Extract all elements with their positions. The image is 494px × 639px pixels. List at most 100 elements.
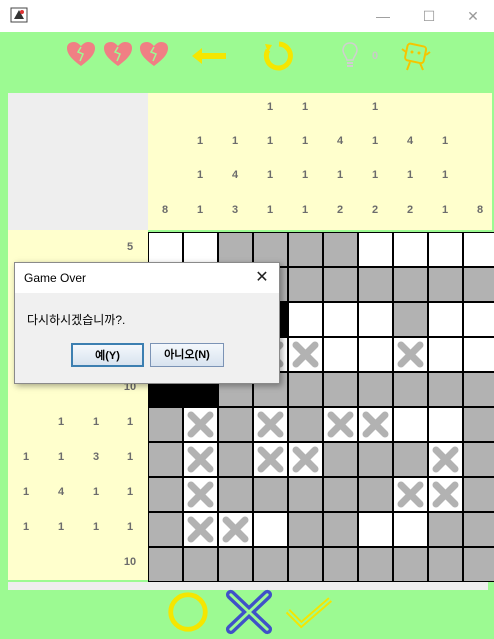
close-window-button[interactable]: ✕ — [450, 0, 494, 32]
row-hint: 4 — [57, 486, 65, 498]
filled-cell[interactable] — [289, 268, 322, 301]
filled-cell[interactable] — [289, 408, 322, 441]
filled-cell[interactable] — [324, 373, 357, 406]
circle-icon[interactable] — [163, 588, 213, 636]
crossed-cell[interactable] — [184, 408, 217, 441]
empty-cell[interactable] — [324, 303, 357, 336]
empty-cell[interactable] — [429, 303, 462, 336]
empty-cell[interactable] — [289, 303, 322, 336]
lightbulb-icon[interactable] — [340, 41, 360, 71]
filled-cell[interactable] — [464, 408, 494, 441]
filled-cell[interactable] — [149, 513, 182, 546]
dialog-message: 다시하시겠습니까?. — [27, 313, 126, 327]
filled-cell[interactable] — [359, 268, 392, 301]
empty-cell[interactable] — [464, 338, 494, 371]
crossed-cell[interactable] — [289, 338, 322, 371]
checkmark-icon[interactable] — [283, 588, 335, 636]
filled-cell[interactable] — [394, 548, 427, 581]
filled-cell[interactable] — [289, 513, 322, 546]
filled-cell[interactable] — [359, 373, 392, 406]
filled-cell[interactable] — [429, 548, 462, 581]
column-hint: 1 — [266, 101, 274, 113]
filled-cell[interactable] — [464, 443, 494, 476]
crossed-cell[interactable] — [184, 443, 217, 476]
row-hint: 1 — [57, 451, 65, 463]
crossed-cell[interactable] — [394, 338, 427, 371]
filled-cell[interactable] — [429, 513, 462, 546]
crossed-cell[interactable] — [219, 513, 252, 546]
filled-cell[interactable] — [464, 548, 494, 581]
empty-cell[interactable] — [464, 233, 494, 266]
filled-cell[interactable] — [429, 268, 462, 301]
crossed-cell[interactable] — [289, 443, 322, 476]
cross-icon[interactable] — [223, 588, 275, 636]
filled-cell[interactable] — [324, 443, 357, 476]
empty-cell[interactable] — [429, 233, 462, 266]
empty-cell[interactable] — [359, 303, 392, 336]
crossed-cell[interactable] — [184, 478, 217, 511]
filled-cell[interactable] — [394, 373, 427, 406]
filled-cell[interactable] — [394, 303, 427, 336]
filled-cell[interactable] — [289, 373, 322, 406]
filled-cell[interactable] — [359, 443, 392, 476]
crossed-cell[interactable] — [394, 478, 427, 511]
dialog-close-icon[interactable]: ✕ — [251, 267, 273, 289]
filled-cell[interactable] — [219, 478, 252, 511]
filled-cell[interactable] — [289, 478, 322, 511]
filled-cell[interactable] — [219, 408, 252, 441]
refresh-icon[interactable] — [263, 40, 295, 72]
filled-cell[interactable] — [394, 443, 427, 476]
crossed-cell[interactable] — [429, 443, 462, 476]
crossed-cell[interactable] — [254, 443, 287, 476]
filled-cell[interactable] — [324, 268, 357, 301]
character-icon[interactable] — [400, 40, 432, 72]
crossed-cell[interactable] — [324, 408, 357, 441]
filled-cell[interactable] — [149, 548, 182, 581]
empty-cell[interactable] — [324, 338, 357, 371]
filled-cell[interactable] — [324, 233, 357, 266]
filled-cell[interactable] — [324, 548, 357, 581]
filled-cell[interactable] — [289, 233, 322, 266]
empty-cell[interactable] — [359, 338, 392, 371]
filled-cell[interactable] — [464, 373, 494, 406]
filled-cell[interactable] — [324, 478, 357, 511]
column-hints-panel: 8 1 1 1 1 4 3 1 1 1 1 1 1 1 1 4 1 2 1 1 1 2 4 1 2 1 1 1 8 — [148, 93, 492, 230]
no-button[interactable]: 아니오(N) — [150, 343, 224, 367]
filled-cell[interactable] — [464, 268, 494, 301]
empty-cell[interactable] — [464, 303, 494, 336]
filled-cell[interactable] — [149, 443, 182, 476]
column-hint: 2 — [371, 204, 379, 216]
filled-cell[interactable] — [149, 408, 182, 441]
empty-cell[interactable] — [359, 513, 392, 546]
back-arrow-icon[interactable] — [190, 46, 228, 66]
empty-cell[interactable] — [394, 408, 427, 441]
filled-cell[interactable] — [394, 268, 427, 301]
crossed-cell[interactable] — [359, 408, 392, 441]
filled-cell[interactable] — [254, 548, 287, 581]
filled-cell[interactable] — [324, 513, 357, 546]
filled-cell[interactable] — [359, 548, 392, 581]
crossed-cell[interactable] — [184, 513, 217, 546]
filled-cell[interactable] — [219, 443, 252, 476]
empty-cell[interactable] — [429, 408, 462, 441]
crossed-cell[interactable] — [254, 408, 287, 441]
yes-button[interactable]: 예(Y) — [71, 343, 144, 367]
column-hint: 1 — [371, 135, 379, 147]
empty-cell[interactable] — [429, 338, 462, 371]
filled-cell[interactable] — [289, 548, 322, 581]
empty-cell[interactable] — [359, 233, 392, 266]
empty-cell[interactable] — [394, 513, 427, 546]
minimize-button[interactable]: — — [360, 0, 406, 32]
filled-cell[interactable] — [359, 478, 392, 511]
filled-cell[interactable] — [254, 478, 287, 511]
filled-cell[interactable] — [219, 548, 252, 581]
maximize-button[interactable]: ☐ — [406, 0, 452, 32]
filled-cell[interactable] — [149, 478, 182, 511]
filled-cell[interactable] — [429, 373, 462, 406]
filled-cell[interactable] — [464, 478, 494, 511]
filled-cell[interactable] — [184, 548, 217, 581]
empty-cell[interactable] — [254, 513, 287, 546]
crossed-cell[interactable] — [429, 478, 462, 511]
empty-cell[interactable] — [394, 233, 427, 266]
filled-cell[interactable] — [464, 513, 494, 546]
